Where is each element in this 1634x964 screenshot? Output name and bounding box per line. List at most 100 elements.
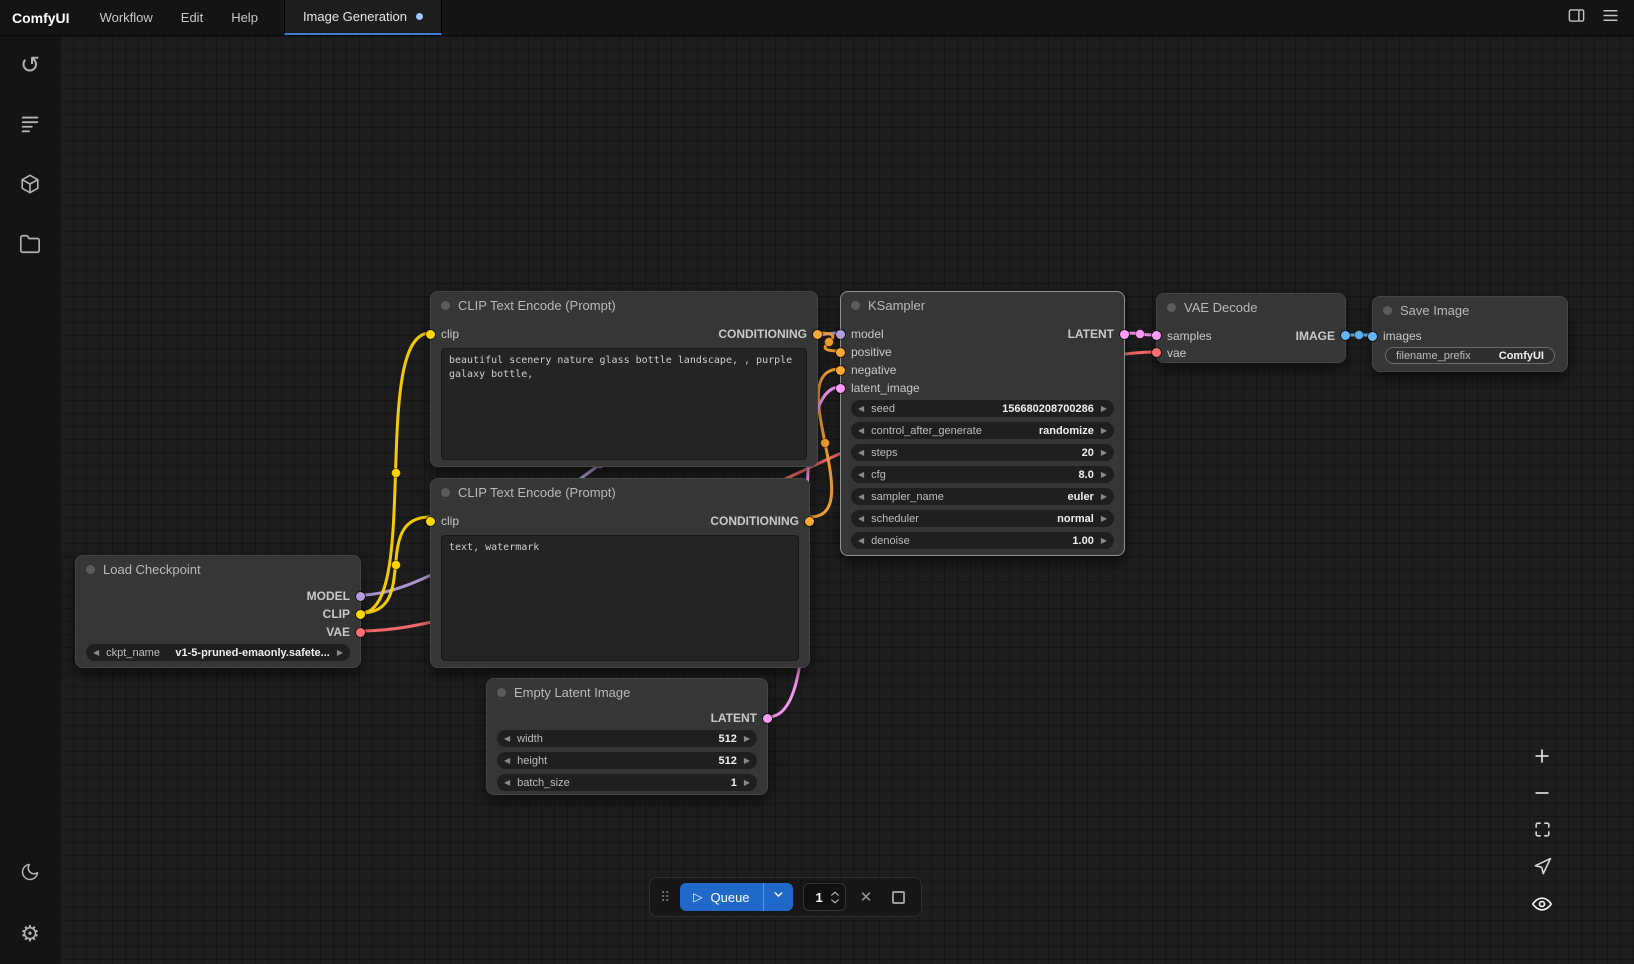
queue-button[interactable]: ▷ Queue xyxy=(680,883,762,911)
output-slot-conditioning[interactable]: CONDITIONING xyxy=(718,325,807,343)
select-mode-button[interactable] xyxy=(1530,857,1554,881)
height-widget[interactable]: ◀ height 512 ▶ xyxy=(497,752,757,769)
input-slot-images[interactable]: images xyxy=(1373,327,1422,345)
control-after-generate-widget[interactable]: ◀ control_after_generate randomize ▶ xyxy=(851,422,1114,439)
batch-size-widget[interactable]: ◀ batch_size 1 ▶ xyxy=(497,774,757,791)
node-save-image[interactable]: Save Image images filename_prefix ComfyU… xyxy=(1372,296,1568,372)
toggle-link-visibility-button[interactable] xyxy=(1530,894,1554,918)
tab-image-generation[interactable]: Image Generation xyxy=(284,0,442,35)
menu-help[interactable]: Help xyxy=(217,0,272,35)
node-clip-text-encode-negative[interactable]: CLIP Text Encode (Prompt) clip CONDITION… xyxy=(430,478,810,668)
sampler-name-widget[interactable]: ◀ sampler_name euler ▶ xyxy=(851,488,1114,505)
main-menu-button[interactable] xyxy=(1594,3,1626,33)
decrement-arrow-icon[interactable]: ◀ xyxy=(851,444,871,461)
sidebar-item-node-library[interactable] xyxy=(0,96,60,156)
increment-arrow-icon[interactable]: ▶ xyxy=(737,730,757,747)
sidebar-item-theme-toggle[interactable] xyxy=(0,844,60,904)
output-slot-image[interactable]: IMAGE xyxy=(1296,327,1345,344)
sidebar-item-settings[interactable]: ⚙ xyxy=(0,904,60,964)
conditioning-port[interactable] xyxy=(805,517,814,526)
output-slot-latent[interactable]: LATENT xyxy=(1068,325,1124,343)
node-load-checkpoint[interactable]: Load Checkpoint MODEL CLIP VAE ◀ ckpt_na… xyxy=(75,555,361,668)
model-port[interactable] xyxy=(356,592,365,601)
seed-widget[interactable]: ◀ seed 156680208700286 ▶ xyxy=(851,400,1114,417)
latent-port[interactable] xyxy=(763,714,772,723)
zoom-out-button[interactable] xyxy=(1530,783,1554,807)
collapse-dot-icon[interactable] xyxy=(441,301,450,310)
stop-button[interactable] xyxy=(892,891,905,904)
collapse-dot-icon[interactable] xyxy=(497,688,506,697)
step-down-icon[interactable] xyxy=(830,898,840,905)
cfg-widget[interactable]: ◀ cfg 8.0 ▶ xyxy=(851,466,1114,483)
increment-arrow-icon[interactable]: ▶ xyxy=(737,774,757,791)
sidebar-item-history[interactable]: ↺ xyxy=(0,36,60,96)
output-slot-vae[interactable]: VAE xyxy=(326,623,360,641)
zoom-in-button[interactable] xyxy=(1530,746,1554,770)
increment-arrow-icon[interactable]: ▶ xyxy=(1094,510,1114,527)
input-slot-latent-image[interactable]: latent_image xyxy=(841,379,920,397)
input-slot-negative[interactable]: negative xyxy=(841,361,896,379)
drag-handle-icon[interactable]: ⠿ xyxy=(660,890,670,904)
increment-arrow-icon[interactable]: ▶ xyxy=(1094,444,1114,461)
conditioning-port[interactable] xyxy=(813,330,822,339)
decrement-arrow-icon[interactable]: ◀ xyxy=(497,774,517,791)
ckpt-name-widget[interactable]: ◀ ckpt_name v1-5-pruned-emaonly.safete..… xyxy=(86,644,350,661)
vae-port[interactable] xyxy=(356,628,365,637)
prompt-textarea[interactable]: beautiful scenery nature glass bottle la… xyxy=(441,348,807,460)
increment-arrow-icon[interactable]: ▶ xyxy=(1094,488,1114,505)
latent-port[interactable] xyxy=(836,384,845,393)
clip-port[interactable] xyxy=(356,610,365,619)
input-slot-clip[interactable]: clip xyxy=(441,512,459,530)
node-header[interactable]: Load Checkpoint xyxy=(76,556,360,582)
step-up-icon[interactable] xyxy=(830,890,840,897)
increment-arrow-icon[interactable]: ▶ xyxy=(1094,422,1114,439)
steps-widget[interactable]: ◀ steps 20 ▶ xyxy=(851,444,1114,461)
node-ksampler[interactable]: KSampler model LATENT positive negative … xyxy=(840,291,1125,556)
conditioning-port[interactable] xyxy=(836,348,845,357)
denoise-widget[interactable]: ◀ denoise 1.00 ▶ xyxy=(851,532,1114,549)
scheduler-widget[interactable]: ◀ scheduler normal ▶ xyxy=(851,510,1114,527)
menu-workflow[interactable]: Workflow xyxy=(86,0,167,35)
output-slot-model[interactable]: MODEL xyxy=(307,587,360,605)
width-widget[interactable]: ◀ width 512 ▶ xyxy=(497,730,757,747)
latent-port[interactable] xyxy=(1120,330,1129,339)
prev-value-arrow-icon[interactable]: ◀ xyxy=(86,644,106,661)
node-header[interactable]: Save Image xyxy=(1373,297,1567,323)
toggle-panel-button[interactable] xyxy=(1560,3,1592,33)
clip-port[interactable] xyxy=(426,330,435,339)
image-port[interactable] xyxy=(1368,332,1377,341)
input-slot-samples[interactable]: samples xyxy=(1157,327,1212,344)
input-slot-model[interactable]: model xyxy=(841,325,884,343)
node-header[interactable]: CLIP Text Encode (Prompt) xyxy=(431,292,817,318)
output-slot-latent[interactable]: LATENT xyxy=(711,709,767,727)
menu-edit[interactable]: Edit xyxy=(167,0,217,35)
decrement-arrow-icon[interactable]: ◀ xyxy=(851,466,871,483)
input-slot-clip[interactable]: clip xyxy=(441,325,459,343)
increment-arrow-icon[interactable]: ▶ xyxy=(1094,532,1114,549)
output-slot-conditioning[interactable]: CONDITIONING xyxy=(710,512,799,530)
increment-arrow-icon[interactable]: ▶ xyxy=(1094,466,1114,483)
decrement-arrow-icon[interactable]: ◀ xyxy=(497,752,517,769)
latent-port[interactable] xyxy=(1152,331,1161,340)
prompt-textarea[interactable]: text, watermark xyxy=(441,535,799,661)
sidebar-item-model-library[interactable] xyxy=(0,156,60,216)
decrement-arrow-icon[interactable]: ◀ xyxy=(851,532,871,549)
node-header[interactable]: VAE Decode xyxy=(1157,294,1345,320)
sidebar-item-workflows[interactable] xyxy=(0,216,60,276)
collapse-dot-icon[interactable] xyxy=(851,301,860,310)
queue-options-button[interactable] xyxy=(763,883,793,911)
node-vae-decode[interactable]: VAE Decode samples IMAGE vae xyxy=(1156,293,1346,363)
fit-view-button[interactable] xyxy=(1530,820,1554,844)
collapse-dot-icon[interactable] xyxy=(1383,306,1392,315)
node-clip-text-encode-positive[interactable]: CLIP Text Encode (Prompt) clip CONDITION… xyxy=(430,291,818,467)
collapse-dot-icon[interactable] xyxy=(86,565,95,574)
decrement-arrow-icon[interactable]: ◀ xyxy=(497,730,517,747)
app-logo[interactable]: ComfyUI xyxy=(0,0,86,35)
model-port[interactable] xyxy=(836,330,845,339)
node-header[interactable]: KSampler xyxy=(841,292,1124,318)
output-slot-clip[interactable]: CLIP xyxy=(323,605,360,623)
node-empty-latent-image[interactable]: Empty Latent Image LATENT ◀ width 512 ▶ … xyxy=(486,678,768,795)
decrement-arrow-icon[interactable]: ◀ xyxy=(851,510,871,527)
decrement-arrow-icon[interactable]: ◀ xyxy=(851,488,871,505)
filename-prefix-widget[interactable]: filename_prefix ComfyUI xyxy=(1385,347,1555,364)
